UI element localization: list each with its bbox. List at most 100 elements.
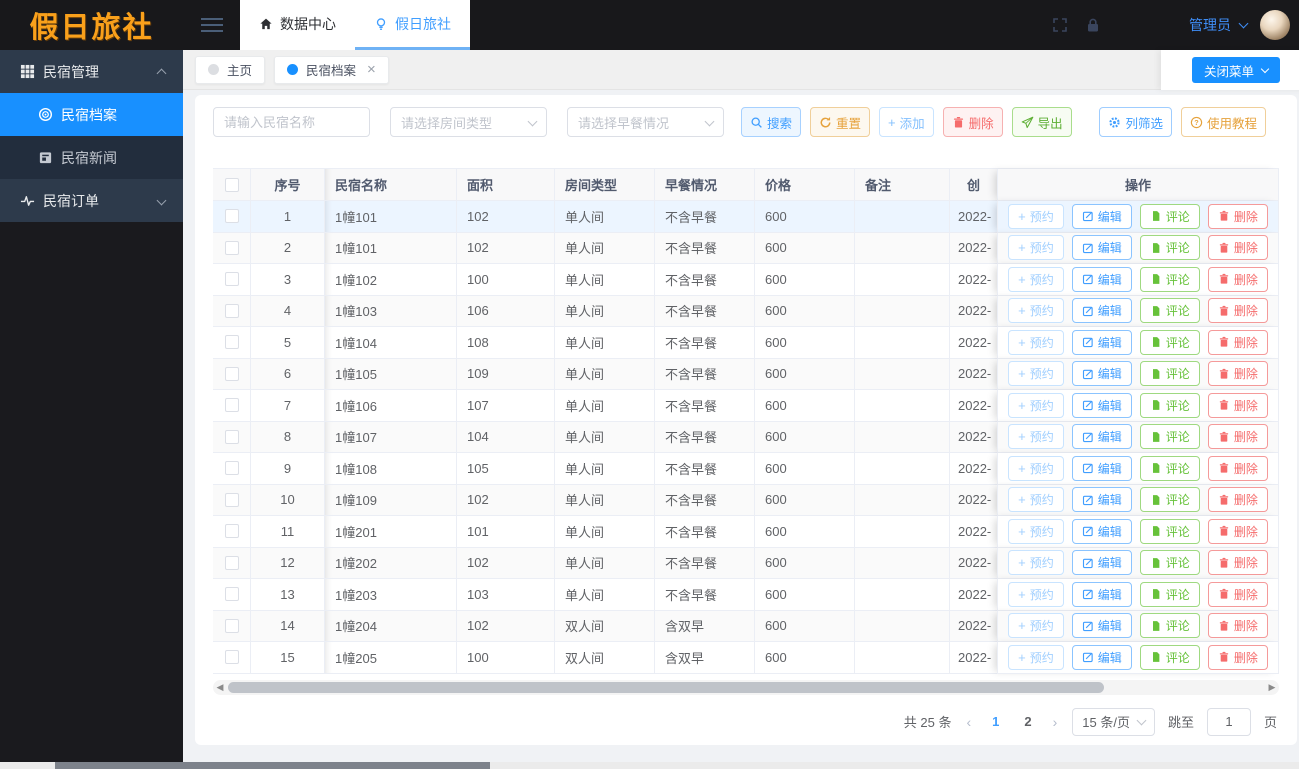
reserve-button[interactable]: + 预约 bbox=[1008, 361, 1064, 387]
sidebar-group-homestay-orders[interactable]: 民宿订单 bbox=[0, 179, 183, 222]
tutorial-button[interactable]: 使用教程 bbox=[1180, 107, 1266, 137]
sidebar-group-homestay-management[interactable]: 民宿管理 bbox=[0, 50, 183, 93]
homestay-name-input[interactable] bbox=[224, 114, 359, 130]
user-menu[interactable]: 管理员 bbox=[1189, 15, 1249, 35]
fullscreen-icon[interactable] bbox=[1052, 17, 1068, 33]
reserve-button[interactable]: + 预约 bbox=[1008, 266, 1064, 292]
table-horizontal-scrollbar[interactable]: ◀ ▶ bbox=[213, 679, 1279, 695]
reserve-button[interactable]: + 预约 bbox=[1008, 392, 1064, 418]
column-filter-button[interactable]: 列筛选 bbox=[1099, 107, 1172, 137]
comment-button[interactable]: 评论 bbox=[1139, 424, 1200, 450]
edit-button[interactable]: 编辑 bbox=[1071, 424, 1132, 450]
select-all-checkbox[interactable] bbox=[224, 177, 239, 192]
scroll-left-arrow-icon[interactable]: ◀ bbox=[213, 680, 227, 695]
reserve-button[interactable]: + 预约 bbox=[1008, 455, 1064, 481]
edit-button[interactable]: 编辑 bbox=[1071, 203, 1132, 229]
comment-button[interactable]: 评论 bbox=[1139, 455, 1200, 481]
chevron-left-icon[interactable]: ‹ bbox=[964, 714, 973, 730]
row-checkbox[interactable] bbox=[224, 524, 239, 539]
search-button[interactable]: 搜索 bbox=[741, 107, 802, 137]
row-delete-button[interactable]: 删除 bbox=[1207, 392, 1268, 418]
scrollbar-thumb[interactable] bbox=[55, 762, 490, 769]
edit-button[interactable]: 编辑 bbox=[1071, 235, 1132, 261]
reserve-button[interactable]: + 预约 bbox=[1008, 518, 1064, 544]
top-tab-holiday-hostel[interactable]: 假日旅社 bbox=[355, 0, 470, 50]
close-menu-button[interactable]: 关闭菜单 bbox=[1191, 57, 1280, 83]
row-delete-button[interactable]: 删除 bbox=[1207, 455, 1268, 481]
page-size-select[interactable]: 15 条/页 bbox=[1072, 707, 1155, 736]
comment-button[interactable]: 评论 bbox=[1139, 361, 1200, 387]
row-delete-button[interactable]: 删除 bbox=[1207, 550, 1268, 576]
lock-icon[interactable] bbox=[1085, 17, 1101, 33]
reserve-button[interactable]: + 预约 bbox=[1008, 550, 1064, 576]
comment-button[interactable]: 评论 bbox=[1139, 266, 1200, 292]
row-delete-button[interactable]: 删除 bbox=[1207, 361, 1268, 387]
reserve-button[interactable]: + 预约 bbox=[1008, 203, 1064, 229]
row-delete-button[interactable]: 删除 bbox=[1207, 298, 1268, 324]
row-delete-button[interactable]: 删除 bbox=[1207, 487, 1268, 513]
edit-button[interactable]: 编辑 bbox=[1071, 613, 1132, 639]
comment-button[interactable]: 评论 bbox=[1139, 392, 1200, 418]
row-delete-button[interactable]: 删除 bbox=[1207, 266, 1268, 292]
reserve-button[interactable]: + 预约 bbox=[1008, 329, 1064, 355]
row-checkbox[interactable] bbox=[224, 398, 239, 413]
comment-button[interactable]: 评论 bbox=[1139, 581, 1200, 607]
row-delete-button[interactable]: 删除 bbox=[1207, 644, 1268, 670]
sidebar-item-homestay-news[interactable]: 民宿新闻 bbox=[0, 136, 183, 179]
comment-button[interactable]: 评论 bbox=[1139, 613, 1200, 639]
row-checkbox[interactable] bbox=[224, 555, 239, 570]
row-delete-button[interactable]: 删除 bbox=[1207, 203, 1268, 229]
edit-button[interactable]: 编辑 bbox=[1071, 644, 1132, 670]
delete-button[interactable]: 删除 bbox=[942, 107, 1003, 137]
comment-button[interactable]: 评论 bbox=[1139, 644, 1200, 670]
jump-page-input[interactable] bbox=[1206, 707, 1251, 736]
reserve-button[interactable]: + 预约 bbox=[1008, 581, 1064, 607]
row-checkbox[interactable] bbox=[224, 240, 239, 255]
row-checkbox[interactable] bbox=[224, 650, 239, 665]
comment-button[interactable]: 评论 bbox=[1139, 298, 1200, 324]
row-checkbox[interactable] bbox=[224, 461, 239, 476]
row-checkbox[interactable] bbox=[224, 335, 239, 350]
room-type-select[interactable]: 请选择房间类型 bbox=[390, 107, 547, 137]
row-checkbox[interactable] bbox=[224, 272, 239, 287]
scroll-right-arrow-icon[interactable]: ▶ bbox=[1265, 680, 1279, 695]
breakfast-select[interactable]: 请选择早餐情况 bbox=[567, 107, 724, 137]
row-checkbox[interactable] bbox=[224, 492, 239, 507]
row-checkbox[interactable] bbox=[224, 429, 239, 444]
comment-button[interactable]: 评论 bbox=[1139, 203, 1200, 229]
reserve-button[interactable]: + 预约 bbox=[1008, 644, 1064, 670]
reserve-button[interactable]: + 预约 bbox=[1008, 424, 1064, 450]
edit-button[interactable]: 编辑 bbox=[1071, 518, 1132, 544]
row-checkbox[interactable] bbox=[224, 587, 239, 602]
edit-button[interactable]: 编辑 bbox=[1071, 361, 1132, 387]
row-checkbox[interactable] bbox=[224, 209, 239, 224]
reserve-button[interactable]: + 预约 bbox=[1008, 298, 1064, 324]
tag-tab-homestay-archive[interactable]: 民宿档案 × bbox=[274, 55, 389, 84]
hamburger-menu-icon[interactable] bbox=[183, 0, 240, 50]
comment-button[interactable]: 评论 bbox=[1139, 550, 1200, 576]
row-checkbox[interactable] bbox=[224, 618, 239, 633]
comment-button[interactable]: 评论 bbox=[1139, 329, 1200, 355]
close-icon[interactable]: × bbox=[367, 62, 376, 77]
page-number-2[interactable]: 2 bbox=[1018, 714, 1037, 729]
page-horizontal-scrollbar[interactable] bbox=[0, 762, 1299, 769]
row-delete-button[interactable]: 删除 bbox=[1207, 235, 1268, 261]
row-checkbox[interactable] bbox=[224, 303, 239, 318]
comment-button[interactable]: 评论 bbox=[1139, 487, 1200, 513]
edit-button[interactable]: 编辑 bbox=[1071, 487, 1132, 513]
avatar[interactable] bbox=[1260, 10, 1290, 40]
edit-button[interactable]: 编辑 bbox=[1071, 392, 1132, 418]
row-delete-button[interactable]: 删除 bbox=[1207, 329, 1268, 355]
edit-button[interactable]: 编辑 bbox=[1071, 266, 1132, 292]
edit-button[interactable]: 编辑 bbox=[1071, 550, 1132, 576]
sidebar-item-homestay-archive[interactable]: 民宿档案 bbox=[0, 93, 183, 136]
reserve-button[interactable]: + 预约 bbox=[1008, 613, 1064, 639]
export-button[interactable]: 导出 bbox=[1011, 107, 1072, 137]
top-tab-data-center[interactable]: 数据中心 bbox=[240, 0, 355, 50]
chevron-right-icon[interactable]: › bbox=[1051, 714, 1060, 730]
row-delete-button[interactable]: 删除 bbox=[1207, 424, 1268, 450]
tag-tab-home[interactable]: 主页 bbox=[195, 55, 266, 84]
edit-button[interactable]: 编辑 bbox=[1071, 298, 1132, 324]
reserve-button[interactable]: + 预约 bbox=[1008, 235, 1064, 261]
edit-button[interactable]: 编辑 bbox=[1071, 455, 1132, 481]
